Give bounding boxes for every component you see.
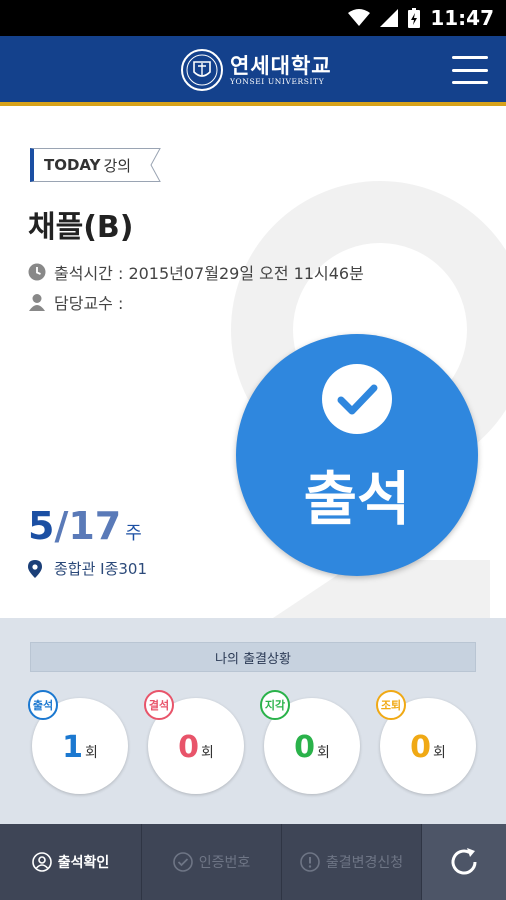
stat-count: 1 (62, 730, 83, 765)
alert-icon (300, 852, 320, 872)
hamburger-menu-icon[interactable] (452, 56, 488, 84)
nav-label: 인증번호 (198, 855, 251, 871)
week-current: 5 (28, 504, 55, 548)
stat-late: 지각 0회 (260, 690, 360, 794)
clock: 11:47 (430, 6, 494, 30)
nav-change-request[interactable]: 출결변경신청 (282, 824, 422, 900)
today-badge: TODAY 강의 (30, 148, 161, 182)
refresh-icon (451, 848, 477, 875)
person-icon (29, 294, 45, 311)
stat-tag: 조퇴 (376, 690, 406, 720)
signal-icon (380, 9, 399, 27)
attendance-time-row: 출석시간 : 2015년07월29일 오전 11시46분 (28, 260, 364, 284)
logo-korean-text: 연세대학교 (230, 53, 332, 78)
professor-text: 담당교수 : (54, 294, 124, 313)
app-header: 연세대학교 YONSEI UNIVERSITY (0, 36, 506, 106)
university-seal-icon (181, 49, 223, 91)
stat-tag: 결석 (144, 690, 174, 720)
location-row: 종합관 I종301 (28, 558, 147, 579)
stat-early-leave: 조퇴 0회 (376, 690, 476, 794)
status-title: 나의 출결상황 (30, 642, 476, 672)
professor-row: 담당교수 : (28, 290, 123, 314)
today-badge-sub: 강의 (103, 156, 132, 175)
battery-icon (408, 8, 421, 28)
bottom-nav: 출석확인 인증번호 출결변경신청 (0, 824, 506, 900)
attend-button[interactable]: 출석 (236, 334, 478, 576)
status-bar: 11:47 (0, 0, 506, 36)
wifi-icon (348, 9, 371, 26)
today-badge-label: TODAY (44, 156, 101, 174)
today-lecture-card: TODAY 강의 채플(B) 출석시간 : 2015년07월29일 오전 11시… (0, 110, 506, 618)
person-icon (31, 852, 52, 872)
stat-unit: 회 (316, 745, 330, 761)
stat-unit: 회 (84, 745, 98, 761)
nav-label: 출결변경신청 (325, 855, 404, 871)
checkmark-icon (322, 364, 392, 434)
refresh-button[interactable] (422, 824, 506, 900)
attendance-status-section: 나의 출결상황 출석 1회 결석 0회 지각 0회 조퇴 0회 (0, 618, 506, 824)
logo-english-text: YONSEI UNIVERSITY (230, 76, 325, 86)
ribbon-tail-icon (145, 148, 161, 182)
stat-unit: 회 (200, 745, 214, 761)
location-text: 종합관 I종301 (54, 560, 148, 578)
stat-attended: 출석 1회 (28, 690, 128, 794)
stat-count: 0 (294, 730, 315, 765)
stat-tag: 출석 (28, 690, 58, 720)
clock-icon (28, 263, 46, 281)
stat-absent: 결석 0회 (144, 690, 244, 794)
nav-check-attendance[interactable]: 출석확인 (0, 824, 142, 900)
week-unit: 주 (125, 523, 142, 544)
location-pin-icon (28, 559, 42, 578)
nav-auth-code[interactable]: 인증번호 (142, 824, 282, 900)
yonsei-logo: 연세대학교 YONSEI UNIVERSITY (180, 46, 332, 94)
attend-button-label: 출석 (303, 465, 411, 533)
stat-count: 0 (410, 730, 431, 765)
stat-unit: 회 (432, 745, 446, 761)
course-title: 채플(B) (28, 210, 134, 245)
stat-tag: 지각 (260, 690, 290, 720)
attendance-time-text: 출석시간 : 2015년07월29일 오전 11시46분 (54, 264, 364, 283)
week-indicator: 5 /17 주 (28, 504, 142, 548)
check-circle-icon (172, 852, 193, 872)
stat-count: 0 (178, 730, 199, 765)
week-total: /17 (54, 504, 122, 548)
nav-label: 출석확인 (57, 855, 110, 871)
